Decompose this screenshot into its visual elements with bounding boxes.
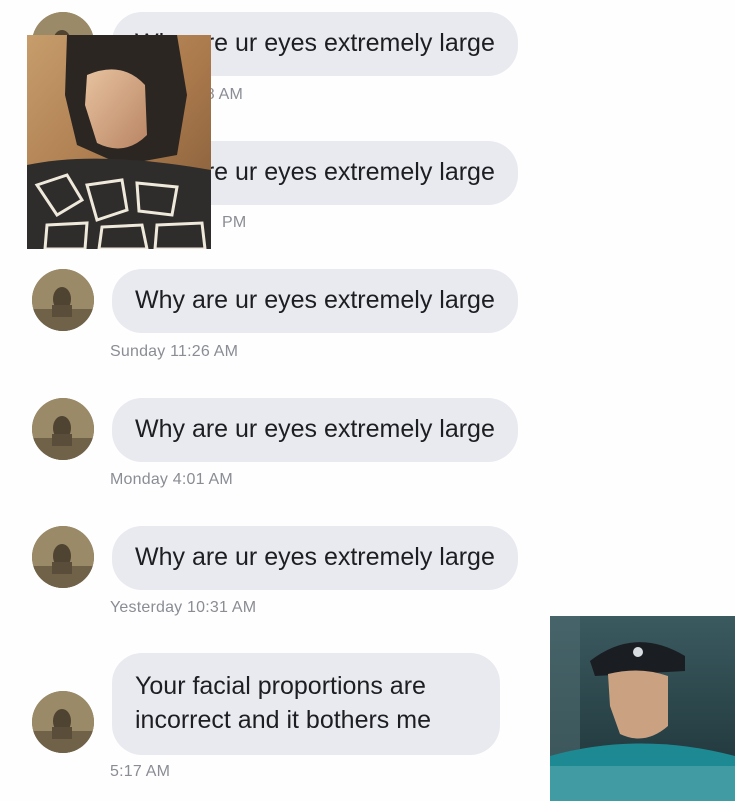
sender-avatar[interactable] (32, 691, 94, 753)
message-bubble[interactable]: Why are ur eyes extremely large (112, 398, 518, 462)
cap-portrait-photo-icon (550, 616, 735, 801)
overlay-photo-cap (550, 616, 735, 801)
avatar-photo-icon (32, 691, 94, 753)
message-timestamp: Sunday 11:26 AM (110, 343, 239, 360)
message-bubble[interactable]: Why are ur eyes extremely large (112, 269, 518, 333)
message-bubble[interactable]: Why are ur eyes extremely large (112, 526, 518, 590)
avatar-photo-icon (32, 526, 94, 588)
message-timestamp: 5:17 AM (110, 763, 171, 780)
sender-avatar[interactable] (32, 526, 94, 588)
message-timestamp: Monday 4:01 AM (110, 471, 233, 488)
message-timestamp: PM (222, 214, 247, 231)
portrait-photo-icon (27, 35, 211, 249)
overlay-photo-portrait (27, 35, 211, 249)
message-thread: Why are ur eyes extremely large Thursday… (0, 0, 735, 801)
sender-avatar[interactable] (32, 269, 94, 331)
sender-avatar[interactable] (32, 398, 94, 460)
avatar-photo-icon (32, 398, 94, 460)
avatar-photo-icon (32, 269, 94, 331)
message-bubble[interactable]: Your facial proportions are incorrect an… (112, 653, 500, 755)
message-timestamp: Yesterday 10:31 AM (110, 599, 257, 616)
